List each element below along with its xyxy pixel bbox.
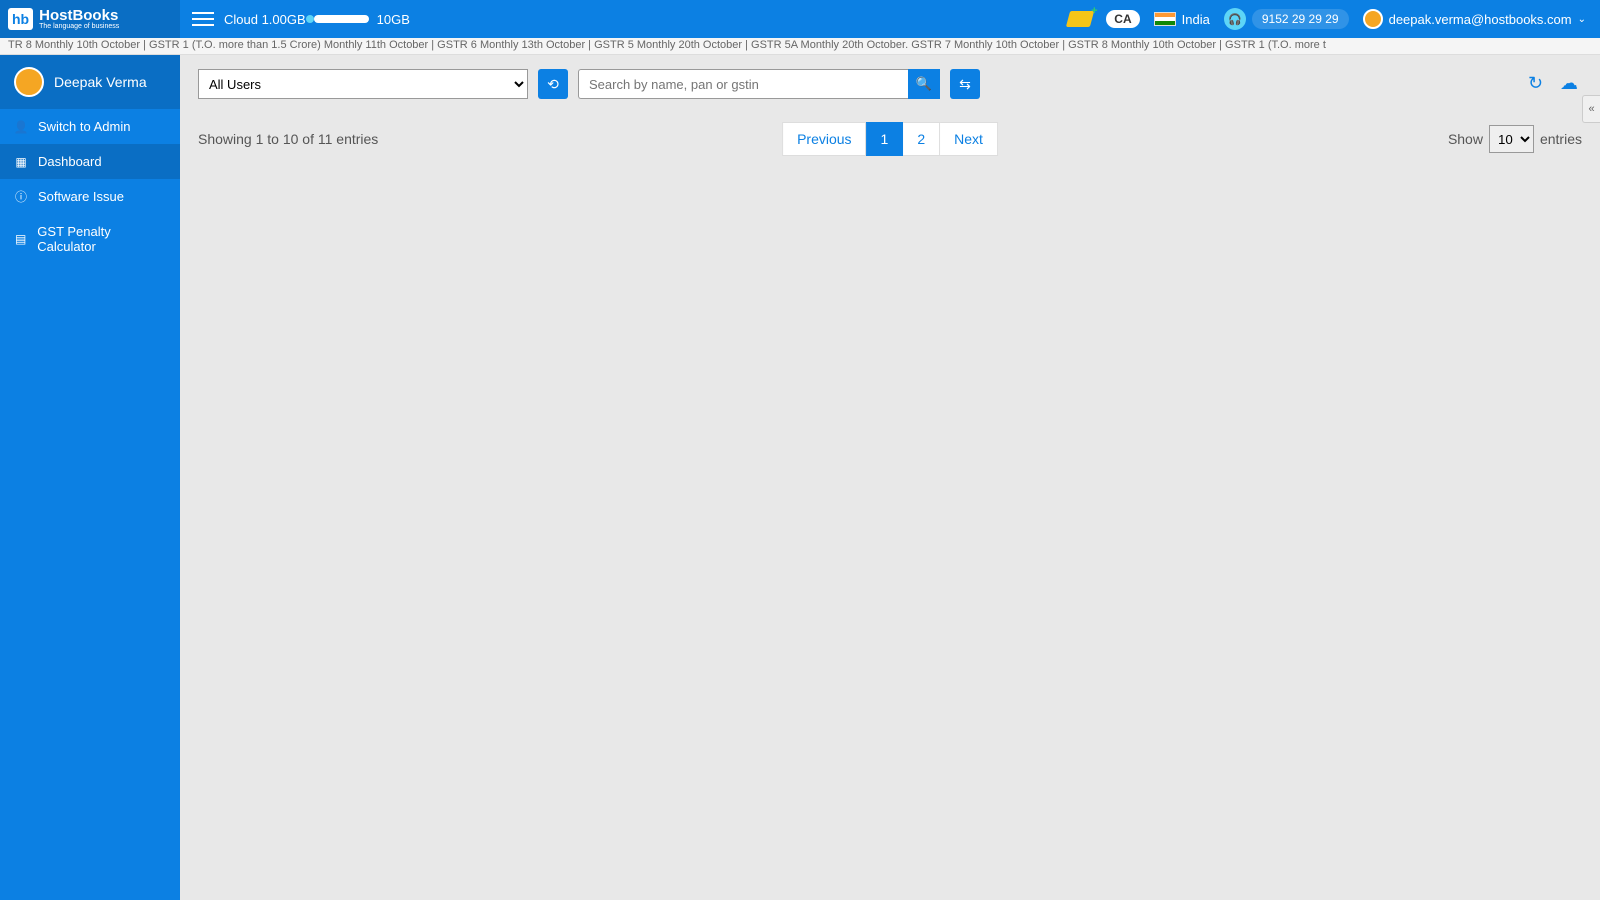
cloud-download-icon[interactable]: ☁ <box>1560 73 1582 95</box>
headset-icon: 🎧 <box>1224 8 1246 30</box>
sidebar: Deepak Verma 👤 Switch to Admin ▦ Dashboard ⓘ… <box>0 55 180 900</box>
pagination: Previous 1 2 Next <box>782 122 998 156</box>
cloud-total: 10GB <box>377 12 410 27</box>
logo-tagline: The language of business <box>39 23 119 30</box>
user-menu[interactable]: deepak.verma@hostbooks.com ⌄ <box>1363 9 1586 29</box>
sidebar-item-gst-penalty-calculator[interactable]: ▤ GST Penalty Calculator <box>0 214 180 264</box>
logo-initials: hb <box>8 8 33 30</box>
main-content: « All Users ⟲ 🔍 ⇆ ↻ ☁ Showing 1 to 10 of… <box>180 55 1600 900</box>
profile-name: Deepak Verma <box>54 74 147 90</box>
avatar-icon <box>1363 9 1383 29</box>
search-input[interactable] <box>578 69 908 99</box>
sidebar-item-dashboard[interactable]: ▦ Dashboard <box>0 144 180 179</box>
nav-label: GST Penalty Calculator <box>37 224 166 254</box>
search-button[interactable]: 🔍 <box>908 69 940 99</box>
next-page-button[interactable]: Next <box>940 122 998 156</box>
sidebar-item-switch-to-admin[interactable]: 👤 Switch to Admin <box>0 109 180 144</box>
support-phone[interactable]: 🎧 9152 29 29 29 <box>1224 8 1349 30</box>
prev-page-button[interactable]: Previous <box>782 122 866 156</box>
top-header: hb HostBooks The language of business Cl… <box>0 0 1600 38</box>
country-selector[interactable]: India <box>1154 12 1210 27</box>
nav-icon: ▦ <box>14 155 28 169</box>
sync-button[interactable]: ⇆ <box>950 69 980 99</box>
nav-icon: ⓘ <box>14 190 28 204</box>
showing-text: Showing 1 to 10 of 11 entries <box>198 131 378 147</box>
entries-label: entries <box>1540 131 1582 147</box>
list-footer: Showing 1 to 10 of 11 entries Previous 1… <box>180 113 1600 165</box>
ca-badge[interactable]: CA <box>1106 10 1139 28</box>
cloud-progress-bar <box>314 15 369 23</box>
nav-label: Switch to Admin <box>38 119 131 134</box>
refresh-filter-button[interactable]: ⟲ <box>538 69 568 99</box>
page-1-button[interactable]: 1 <box>867 122 904 156</box>
chevron-down-icon: ⌄ <box>1578 14 1586 25</box>
page-2-button[interactable]: 2 <box>903 122 940 156</box>
logo[interactable]: hb HostBooks The language of business <box>0 0 180 38</box>
news-ticker: TR 8 Monthly 10th October | GSTR 1 (T.O.… <box>0 38 1600 55</box>
sidebar-item-software-issue[interactable]: ⓘ Software Issue <box>0 179 180 214</box>
avatar-icon <box>14 67 44 97</box>
entries-select[interactable]: 10 <box>1489 125 1534 153</box>
reload-icon[interactable]: ↻ <box>1528 73 1550 95</box>
cloud-usage: Cloud 1.00GB <box>224 12 306 27</box>
user-filter-select[interactable]: All Users <box>198 69 528 99</box>
nav-icon: ▤ <box>14 232 27 246</box>
flag-icon <box>1154 12 1176 26</box>
hamburger-icon[interactable] <box>192 8 214 30</box>
sidebar-profile[interactable]: Deepak Verma <box>0 55 180 109</box>
logo-name: HostBooks <box>39 8 119 23</box>
show-label: Show <box>1448 131 1483 147</box>
nav-label: Dashboard <box>38 154 102 169</box>
ticket-icon[interactable] <box>1066 11 1094 27</box>
nav-label: Software Issue <box>38 189 124 204</box>
nav-icon: 👤 <box>14 120 28 134</box>
toolbar: All Users ⟲ 🔍 ⇆ ↻ ☁ <box>180 55 1600 113</box>
